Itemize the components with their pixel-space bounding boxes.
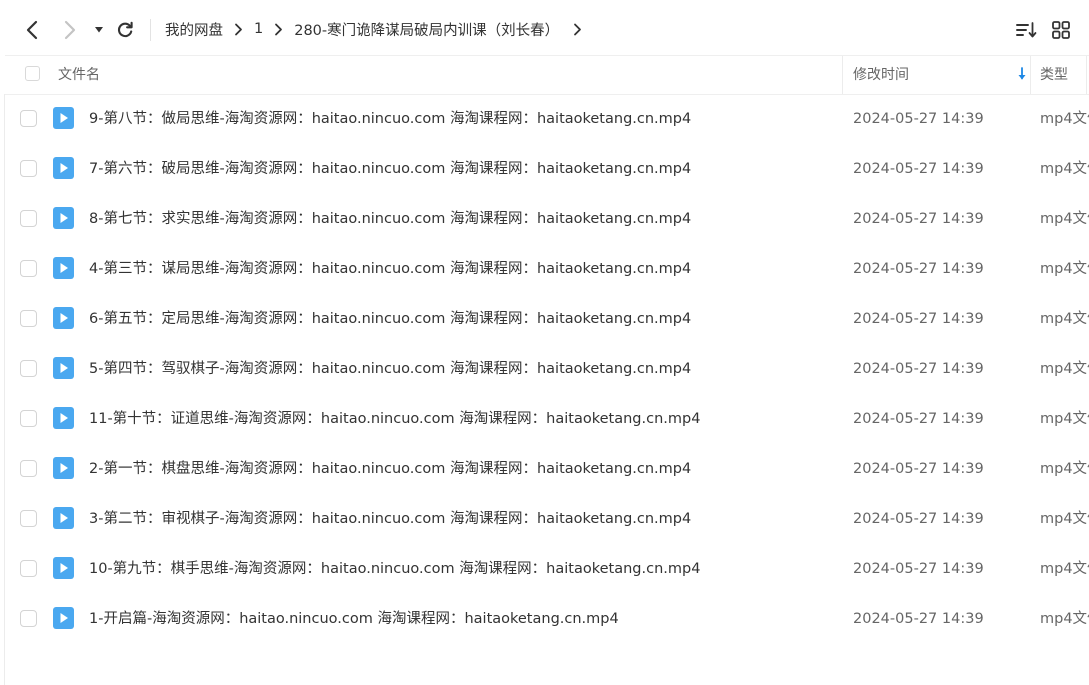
chevron-right-icon <box>274 23 283 36</box>
chevron-right-icon[interactable] <box>573 23 582 36</box>
grid-view-icon <box>1052 21 1070 39</box>
video-file-icon <box>53 357 74 379</box>
row-checkbox[interactable] <box>20 210 37 227</box>
file-name[interactable]: 1-开启篇-海淘资源网：haitao.nincuo.com 海淘课程网：hait… <box>89 594 619 644</box>
video-file-icon <box>53 107 74 129</box>
column-divider[interactable] <box>1030 56 1031 94</box>
file-modified-time: 2024-05-27 14:39 <box>853 211 984 227</box>
sort-list-icon <box>1016 22 1037 38</box>
file-modified-time: 2024-05-27 14:39 <box>853 161 984 177</box>
row-checkbox[interactable] <box>20 460 37 477</box>
file-type: mp4文件 <box>1040 111 1089 127</box>
toolbar: 我的网盘 1 280-寒门诡降谋局破局内训课（刘长春） <box>0 0 1089 58</box>
file-name[interactable]: 8-第七节：求实思维-海淘资源网：haitao.nincuo.com 海淘课程网… <box>89 194 691 244</box>
file-type: mp4文件 <box>1040 311 1089 327</box>
video-file-icon <box>53 557 74 579</box>
refresh-icon <box>117 21 133 38</box>
file-row[interactable]: 11-第十节：证道思维-海淘资源网：haitao.nincuo.com 海淘课程… <box>5 394 1089 444</box>
file-modified-time: 2024-05-27 14:39 <box>853 261 984 277</box>
back-button[interactable] <box>18 14 46 46</box>
file-type: mp4文件 <box>1040 161 1089 177</box>
file-modified-time: 2024-05-27 14:39 <box>853 311 984 327</box>
row-checkbox[interactable] <box>20 160 37 177</box>
column-divider[interactable] <box>842 56 843 94</box>
file-type: mp4文件 <box>1040 361 1089 377</box>
breadcrumb-item-current[interactable]: 280-寒门诡降谋局破局内训课（刘长春） <box>294 19 559 40</box>
chevron-left-icon <box>26 20 38 40</box>
file-row[interactable]: 9-第八节：做局思维-海淘资源网：haitao.nincuo.com 海淘课程网… <box>5 94 1089 144</box>
file-name[interactable]: 5-第四节：驾驭棋子-海淘资源网：haitao.nincuo.com 海淘课程网… <box>89 344 691 394</box>
row-checkbox[interactable] <box>20 260 37 277</box>
chevron-right-icon <box>234 23 243 36</box>
file-type: mp4文件 <box>1040 561 1089 577</box>
select-all-checkbox[interactable] <box>25 66 40 81</box>
file-modified-time: 2024-05-27 14:39 <box>853 461 984 477</box>
column-header-name[interactable]: 文件名 <box>58 56 100 94</box>
sort-options-button[interactable] <box>1012 16 1040 44</box>
row-checkbox[interactable] <box>20 560 37 577</box>
file-type: mp4文件 <box>1040 261 1089 277</box>
row-checkbox[interactable] <box>20 410 37 427</box>
file-type: mp4文件 <box>1040 511 1089 527</box>
video-file-icon <box>53 407 74 429</box>
row-checkbox[interactable] <box>20 310 37 327</box>
file-list-header: 文件名 修改时间 类型 <box>5 55 1089 95</box>
file-row[interactable]: 5-第四节：驾驭棋子-海淘资源网：haitao.nincuo.com 海淘课程网… <box>5 344 1089 394</box>
file-name[interactable]: 4-第三节：谋局思维-海淘资源网：haitao.nincuo.com 海淘课程网… <box>89 244 691 294</box>
file-row[interactable]: 2-第一节：棋盘思维-海淘资源网：haitao.nincuo.com 海淘课程网… <box>5 444 1089 494</box>
video-file-icon <box>53 607 74 629</box>
file-name[interactable]: 6-第五节：定局思维-海淘资源网：haitao.nincuo.com 海淘课程网… <box>89 294 691 344</box>
row-checkbox[interactable] <box>20 110 37 127</box>
file-name[interactable]: 9-第八节：做局思维-海淘资源网：haitao.nincuo.com 海淘课程网… <box>89 94 691 144</box>
file-name[interactable]: 10-第九节：棋手思维-海淘资源网：haitao.nincuo.com 海淘课程… <box>89 544 700 594</box>
file-modified-time: 2024-05-27 14:39 <box>853 611 984 627</box>
file-list: 9-第八节：做局思维-海淘资源网：haitao.nincuo.com 海淘课程网… <box>5 94 1089 644</box>
file-row[interactable]: 4-第三节：谋局思维-海淘资源网：haitao.nincuo.com 海淘课程网… <box>5 244 1089 294</box>
file-type: mp4文件 <box>1040 461 1089 477</box>
video-file-icon <box>53 507 74 529</box>
refresh-button[interactable] <box>112 14 138 46</box>
column-header-modified[interactable]: 修改时间 <box>853 56 1029 94</box>
file-row[interactable]: 8-第七节：求实思维-海淘资源网：haitao.nincuo.com 海淘课程网… <box>5 194 1089 244</box>
video-file-icon <box>53 457 74 479</box>
video-file-icon <box>53 307 74 329</box>
file-name[interactable]: 11-第十节：证道思维-海淘资源网：haitao.nincuo.com 海淘课程… <box>89 394 700 444</box>
video-file-icon <box>53 157 74 179</box>
file-name[interactable]: 3-第二节：审视棋子-海淘资源网：haitao.nincuo.com 海淘课程网… <box>89 494 691 544</box>
breadcrumb-item-folder-1[interactable]: 1 <box>254 21 263 37</box>
row-checkbox[interactable] <box>20 360 37 377</box>
column-divider[interactable] <box>1086 56 1087 94</box>
file-modified-time: 2024-05-27 14:39 <box>853 561 984 577</box>
toolbar-divider <box>150 19 151 41</box>
file-row[interactable]: 10-第九节：棋手思维-海淘资源网：haitao.nincuo.com 海淘课程… <box>5 544 1089 594</box>
file-name[interactable]: 2-第一节：棋盘思维-海淘资源网：haitao.nincuo.com 海淘课程网… <box>89 444 691 494</box>
breadcrumb: 我的网盘 1 280-寒门诡降谋局破局内训课（刘长春） <box>165 0 593 58</box>
column-header-modified-label: 修改时间 <box>853 67 909 83</box>
video-file-icon <box>53 207 74 229</box>
file-name[interactable]: 7-第六节：破局思维-海淘资源网：haitao.nincuo.com 海淘课程网… <box>89 144 691 194</box>
chevron-right-icon <box>64 20 76 40</box>
file-row[interactable]: 7-第六节：破局思维-海淘资源网：haitao.nincuo.com 海淘课程网… <box>5 144 1089 194</box>
grid-view-button[interactable] <box>1047 16 1075 44</box>
sort-descending-icon <box>1018 67 1026 80</box>
file-modified-time: 2024-05-27 14:39 <box>853 361 984 377</box>
file-modified-time: 2024-05-27 14:39 <box>853 111 984 127</box>
file-type: mp4文件 <box>1040 211 1089 227</box>
file-row[interactable]: 1-开启篇-海淘资源网：haitao.nincuo.com 海淘课程网：hait… <box>5 594 1089 644</box>
file-row[interactable]: 3-第二节：审视棋子-海淘资源网：haitao.nincuo.com 海淘课程网… <box>5 494 1089 544</box>
row-checkbox[interactable] <box>20 510 37 527</box>
file-type: mp4文件 <box>1040 611 1089 627</box>
forward-button[interactable] <box>56 14 84 46</box>
caret-down-icon <box>95 27 103 33</box>
row-checkbox[interactable] <box>20 610 37 627</box>
file-row[interactable]: 6-第五节：定局思维-海淘资源网：haitao.nincuo.com 海淘课程网… <box>5 294 1089 344</box>
file-modified-time: 2024-05-27 14:39 <box>853 411 984 427</box>
file-modified-time: 2024-05-27 14:39 <box>853 511 984 527</box>
file-type: mp4文件 <box>1040 411 1089 427</box>
column-header-type[interactable]: 类型 <box>1040 56 1068 94</box>
history-dropdown-button[interactable] <box>88 14 110 46</box>
video-file-icon <box>53 257 74 279</box>
breadcrumb-item-root[interactable]: 我的网盘 <box>165 19 223 40</box>
